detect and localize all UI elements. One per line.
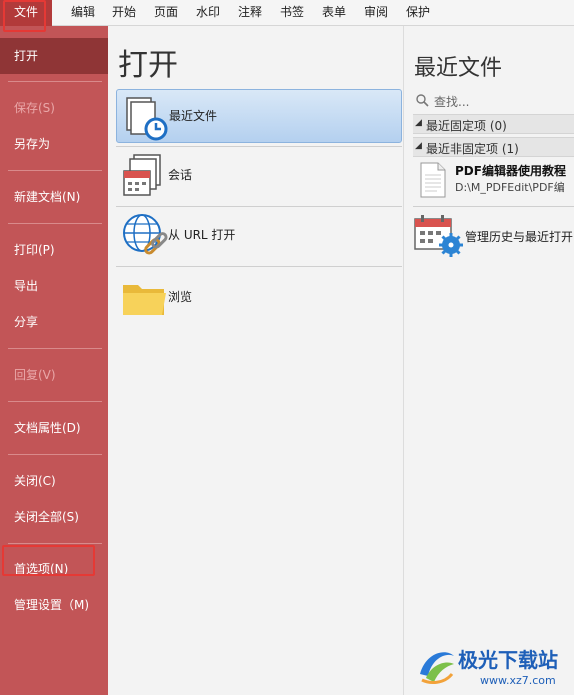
sidebar-item-share[interactable]: 分享 [14, 312, 38, 332]
sidebar-item-new-document[interactable]: 新建文档(N) [14, 187, 80, 207]
sidebar-item-close[interactable]: 关闭(C) [14, 471, 56, 491]
sidebar-item-revert: 回复(V) [14, 368, 56, 382]
divider [8, 454, 102, 455]
divider [413, 206, 574, 207]
watermark-brand: 极光下载站 [458, 648, 558, 672]
divider [8, 543, 102, 544]
manage-history-button[interactable]: 管理历史与最近打开 [413, 211, 574, 259]
tab-form[interactable]: 表单 [322, 0, 346, 24]
session-calendar-icon [123, 154, 161, 196]
sidebar-item-export[interactable]: 导出 [14, 276, 38, 296]
page-title: 打开 [118, 48, 178, 83]
sidebar-item-close-all[interactable]: 关闭全部(S) [14, 507, 79, 527]
open-option-label: 最近文件 [169, 109, 218, 123]
open-option-label: 会话 [168, 168, 193, 182]
tab-page[interactable]: 页面 [154, 0, 178, 24]
open-option-label: 浏览 [168, 290, 193, 304]
file-sidebar: 打开 保存(S) 另存为 新建文档(N) 打印(P) 导出 分享 回复(V) 文… [0, 26, 108, 695]
divider [8, 81, 102, 82]
collapse-triangle-icon: ◢ [415, 141, 422, 151]
tab-bookmark[interactable]: 书签 [280, 0, 304, 24]
recent-files-panel: 最近文件 查找... ◢ 最近固定项 (0) ◢ 最近非固定项 (1) PDF编… [405, 26, 574, 695]
sidebar-item-print[interactable]: 打印(P) [14, 240, 55, 260]
divider [116, 146, 402, 147]
divider [116, 206, 402, 207]
divider [8, 170, 102, 171]
recent-file-name: PDF编辑器使用教程 [455, 164, 566, 178]
divider [8, 223, 102, 224]
tab-annotate[interactable]: 注释 [238, 0, 262, 24]
recent-file-item[interactable]: PDF编辑器使用教程 D:\M_PDFEdit\PDF编 [413, 160, 574, 200]
folder-icon [123, 285, 166, 315]
collapse-triangle-icon: ◢ [415, 118, 422, 128]
highlight-box-file [3, 0, 46, 32]
sidebar-item-manage-settings[interactable]: 管理设置（M) [14, 595, 89, 615]
recent-search-input[interactable]: 查找... [414, 92, 574, 110]
sidebar-item-open[interactable]: 打开 [0, 38, 108, 74]
calendar-gear-icon [414, 215, 463, 257]
open-option-browse[interactable]: 浏览 [116, 271, 402, 325]
sidebar-item-save: 保存(S) [14, 101, 55, 115]
sidebar-item-document-properties[interactable]: 文档属性(D) [14, 418, 81, 438]
recent-files-icon [126, 97, 168, 141]
tab-edit[interactable]: 编辑 [71, 0, 95, 24]
open-option-recent-files[interactable]: 最近文件 [116, 89, 402, 143]
document-icon [420, 162, 446, 198]
group-label: 最近固定项 (0) [426, 119, 507, 133]
open-panel: 打开 最近文件 会话 从 URL 打开 浏览 [108, 26, 404, 695]
watermark-url: www.xz7.com [480, 674, 556, 687]
aurora-logo-icon [420, 652, 454, 684]
tab-watermark[interactable]: 水印 [196, 0, 220, 24]
sidebar-item-save-as[interactable]: 另存为 [14, 134, 50, 154]
manage-history-label: 管理历史与最近打开 [465, 230, 574, 244]
open-option-label: 从 URL 打开 [168, 228, 236, 242]
divider [8, 348, 102, 349]
divider [116, 266, 402, 267]
site-watermark: 极光下载站 www.xz7.com [414, 640, 574, 695]
tab-home[interactable]: 开始 [112, 0, 136, 24]
menu-bar: 文件 编辑 开始 页面 水印 注释 书签 表单 审阅 保护 [0, 0, 574, 26]
divider [8, 401, 102, 402]
tab-protect[interactable]: 保护 [406, 0, 430, 24]
pinned-group-header[interactable]: ◢ 最近固定项 (0) [413, 114, 574, 134]
search-icon [416, 94, 429, 107]
tab-review[interactable]: 审阅 [364, 0, 388, 24]
globe-link-icon [123, 214, 168, 255]
open-option-from-url[interactable]: 从 URL 打开 [116, 209, 402, 263]
open-option-session[interactable]: 会话 [116, 149, 402, 203]
search-placeholder: 查找... [434, 95, 470, 109]
recent-files-heading: 最近文件 [414, 56, 503, 81]
group-label: 最近非固定项 (1) [426, 142, 519, 156]
highlight-box-preferences [2, 545, 95, 576]
unpinned-group-header[interactable]: ◢ 最近非固定项 (1) [413, 137, 574, 157]
recent-file-path: D:\M_PDFEdit\PDF编 [455, 181, 565, 194]
